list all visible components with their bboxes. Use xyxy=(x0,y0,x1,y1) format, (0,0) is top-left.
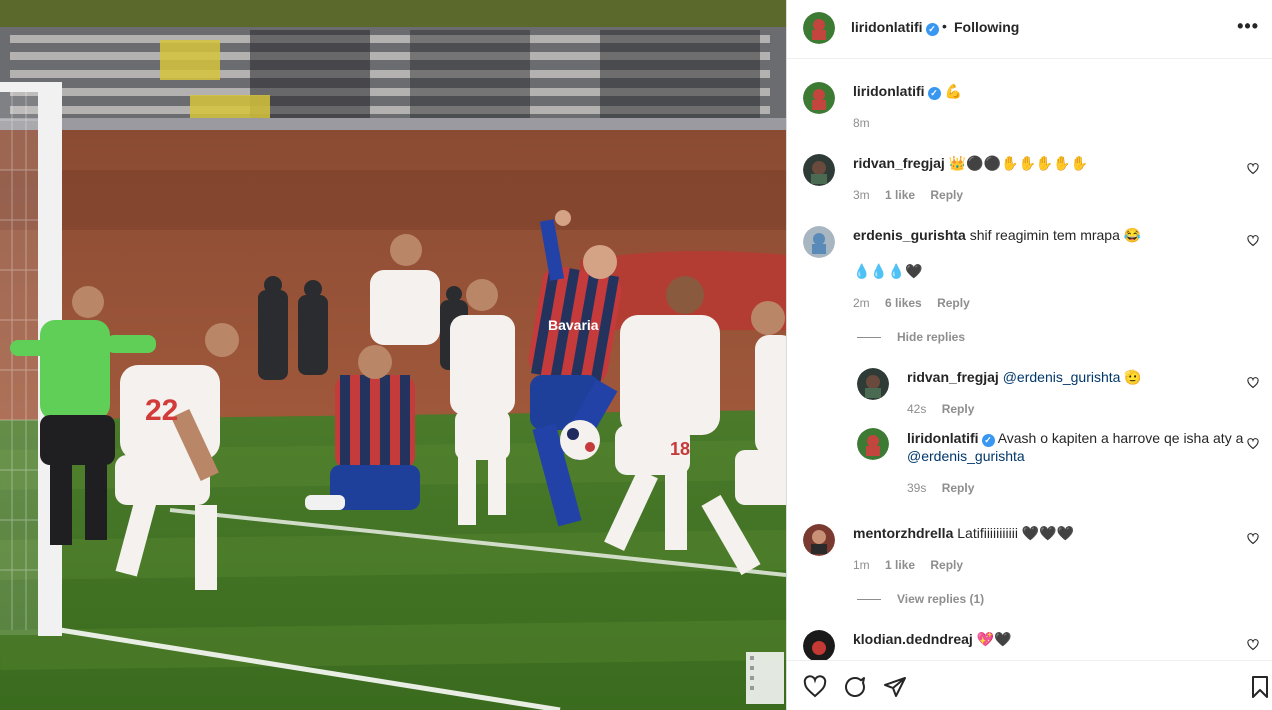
reply-text: ridvan_fregjaj @erdenis_gurishta 🫡 xyxy=(907,368,1237,386)
reply-button[interactable]: Reply xyxy=(930,188,963,202)
comment-time[interactable]: 3m xyxy=(853,188,870,202)
reply-button[interactable]: Reply xyxy=(942,402,975,416)
comment-time[interactable]: 1m xyxy=(853,558,870,572)
comment-likes[interactable]: 6 likes xyxy=(885,296,922,310)
comment-text: mentorzhdrella Latifiiiiiiiiiii 🖤🖤🖤 xyxy=(853,524,1243,542)
comment-meta: 2m 6 likes Reply xyxy=(853,296,982,310)
comment-body: shif reagimin tem mrapa 😂 xyxy=(969,227,1142,243)
comment-like-heart-icon[interactable] xyxy=(1247,533,1259,545)
reply-avatar[interactable] xyxy=(857,428,889,460)
reply-body: Avash o kapiten a harrove qe isha aty a xyxy=(997,430,1244,446)
svg-text:22: 22 xyxy=(145,394,178,427)
comment-meta: 1m 1 like Reply xyxy=(853,558,975,572)
reply-username[interactable]: liridonlatifi xyxy=(907,430,979,446)
reply-avatar[interactable] xyxy=(857,368,889,400)
reply-like-heart-icon[interactable] xyxy=(1247,377,1259,389)
reply-mention[interactable]: @erdenis_gurishta xyxy=(1003,369,1121,385)
reply-body: 🫡 xyxy=(1124,369,1142,385)
verified-badge-icon: ✓ xyxy=(981,434,995,447)
caption-time[interactable]: 8m xyxy=(853,116,870,130)
hide-replies-button[interactable]: Hide replies xyxy=(857,330,965,344)
caption-avatar[interactable] xyxy=(803,82,835,114)
hide-replies-label[interactable]: Hide replies xyxy=(897,330,965,344)
caption-body: 💪 xyxy=(944,83,962,99)
verified-badge-icon: ✓ xyxy=(927,87,941,100)
comment-username[interactable]: mentorzhdrella xyxy=(853,525,953,541)
comment-avatar[interactable] xyxy=(803,226,835,258)
reply-meta: 42s Reply xyxy=(907,402,986,416)
comment-text: klodian.dedndreaj 💖🖤 xyxy=(853,630,1243,648)
author-username[interactable]: liridonlatifi ✓ xyxy=(851,19,939,36)
reply-button[interactable]: Reply xyxy=(942,481,975,495)
comment-avatar[interactable] xyxy=(803,154,835,186)
replies-line-divider xyxy=(857,599,881,601)
comment-avatar[interactable] xyxy=(803,524,835,556)
comment-username[interactable]: erdenis_gurishta xyxy=(853,227,966,243)
post-header: liridonlatifi ✓ • Following ••• xyxy=(787,0,1272,59)
caption-meta: 8m xyxy=(853,116,882,130)
football-photo-illustration: 22 Bavaria 18 xyxy=(0,0,786,710)
reply-username[interactable]: ridvan_fregjaj xyxy=(907,369,999,385)
comment-like-heart-icon[interactable] xyxy=(1247,639,1259,651)
author-username-text[interactable]: liridonlatifi xyxy=(851,19,923,35)
heart-icon[interactable] xyxy=(803,675,827,699)
comment-text: erdenis_gurishta shif reagimin tem mrapa… xyxy=(853,226,1243,244)
comment-time[interactable]: 2m xyxy=(853,296,870,310)
verified-badge-icon: ✓ xyxy=(925,23,939,36)
reply-button[interactable]: Reply xyxy=(930,558,963,572)
post-side-panel: liridonlatifi ✓ • Following ••• liridonla… xyxy=(786,0,1272,710)
comment-username[interactable]: ridvan_fregjaj xyxy=(853,155,945,171)
caption-username[interactable]: liridonlatifi xyxy=(853,83,925,99)
post-actions-bar xyxy=(787,660,1272,710)
comment-avatar[interactable] xyxy=(803,630,835,660)
comment-likes[interactable]: 1 like xyxy=(885,188,915,202)
following-button[interactable]: Following xyxy=(954,19,1019,35)
replies-line-divider xyxy=(857,337,881,339)
comment-like-heart-icon[interactable] xyxy=(1247,235,1259,247)
reply-meta: 39s Reply xyxy=(907,481,986,495)
comment-body: 💖🖤 xyxy=(976,631,1012,647)
comment-username[interactable]: klodian.dedndreaj xyxy=(853,631,973,647)
reply-time[interactable]: 39s xyxy=(907,481,926,495)
caption-text: liridonlatifi ✓ 💪 xyxy=(853,82,1243,100)
comments-list[interactable]: liridonlatifi ✓ 💪 8m ridvan_fregjaj 👑⚫⚫✋✋… xyxy=(787,60,1272,660)
bookmark-icon[interactable] xyxy=(1248,675,1272,699)
view-replies-button[interactable]: View replies (1) xyxy=(857,592,984,606)
reply-mention[interactable]: @erdenis_gurishta xyxy=(907,448,1025,464)
view-replies-label[interactable]: View replies (1) xyxy=(897,592,984,606)
svg-text:Bavaria: Bavaria xyxy=(548,317,599,333)
svg-text:18: 18 xyxy=(670,439,690,459)
comment-body: 👑⚫⚫✋✋✋✋✋ xyxy=(948,155,1089,171)
reply-text: liridonlatifi ✓ Avash o kapiten a harrove… xyxy=(907,429,1247,465)
comment-icon[interactable] xyxy=(843,675,867,699)
comment-text: ridvan_fregjaj 👑⚫⚫✋✋✋✋✋ xyxy=(853,154,1243,172)
reply-button[interactable]: Reply xyxy=(937,296,970,310)
comment-body-line2: 💧💧💧🖤 xyxy=(853,263,923,279)
comment-like-heart-icon[interactable] xyxy=(1247,163,1259,175)
separator-dot: • xyxy=(942,18,947,34)
reply-time[interactable]: 42s xyxy=(907,402,926,416)
reply-like-heart-icon[interactable] xyxy=(1247,438,1259,450)
share-icon[interactable] xyxy=(883,675,907,699)
comment-likes[interactable]: 1 like xyxy=(885,558,915,572)
comment-meta: 3m 1 like Reply xyxy=(853,188,975,202)
author-avatar[interactable] xyxy=(803,12,835,44)
more-options-icon[interactable]: ••• xyxy=(1237,16,1259,37)
comment-body: Latifiiiiiiiiiii 🖤🖤🖤 xyxy=(957,525,1075,541)
post-photo[interactable]: 22 Bavaria 18 xyxy=(0,0,786,710)
